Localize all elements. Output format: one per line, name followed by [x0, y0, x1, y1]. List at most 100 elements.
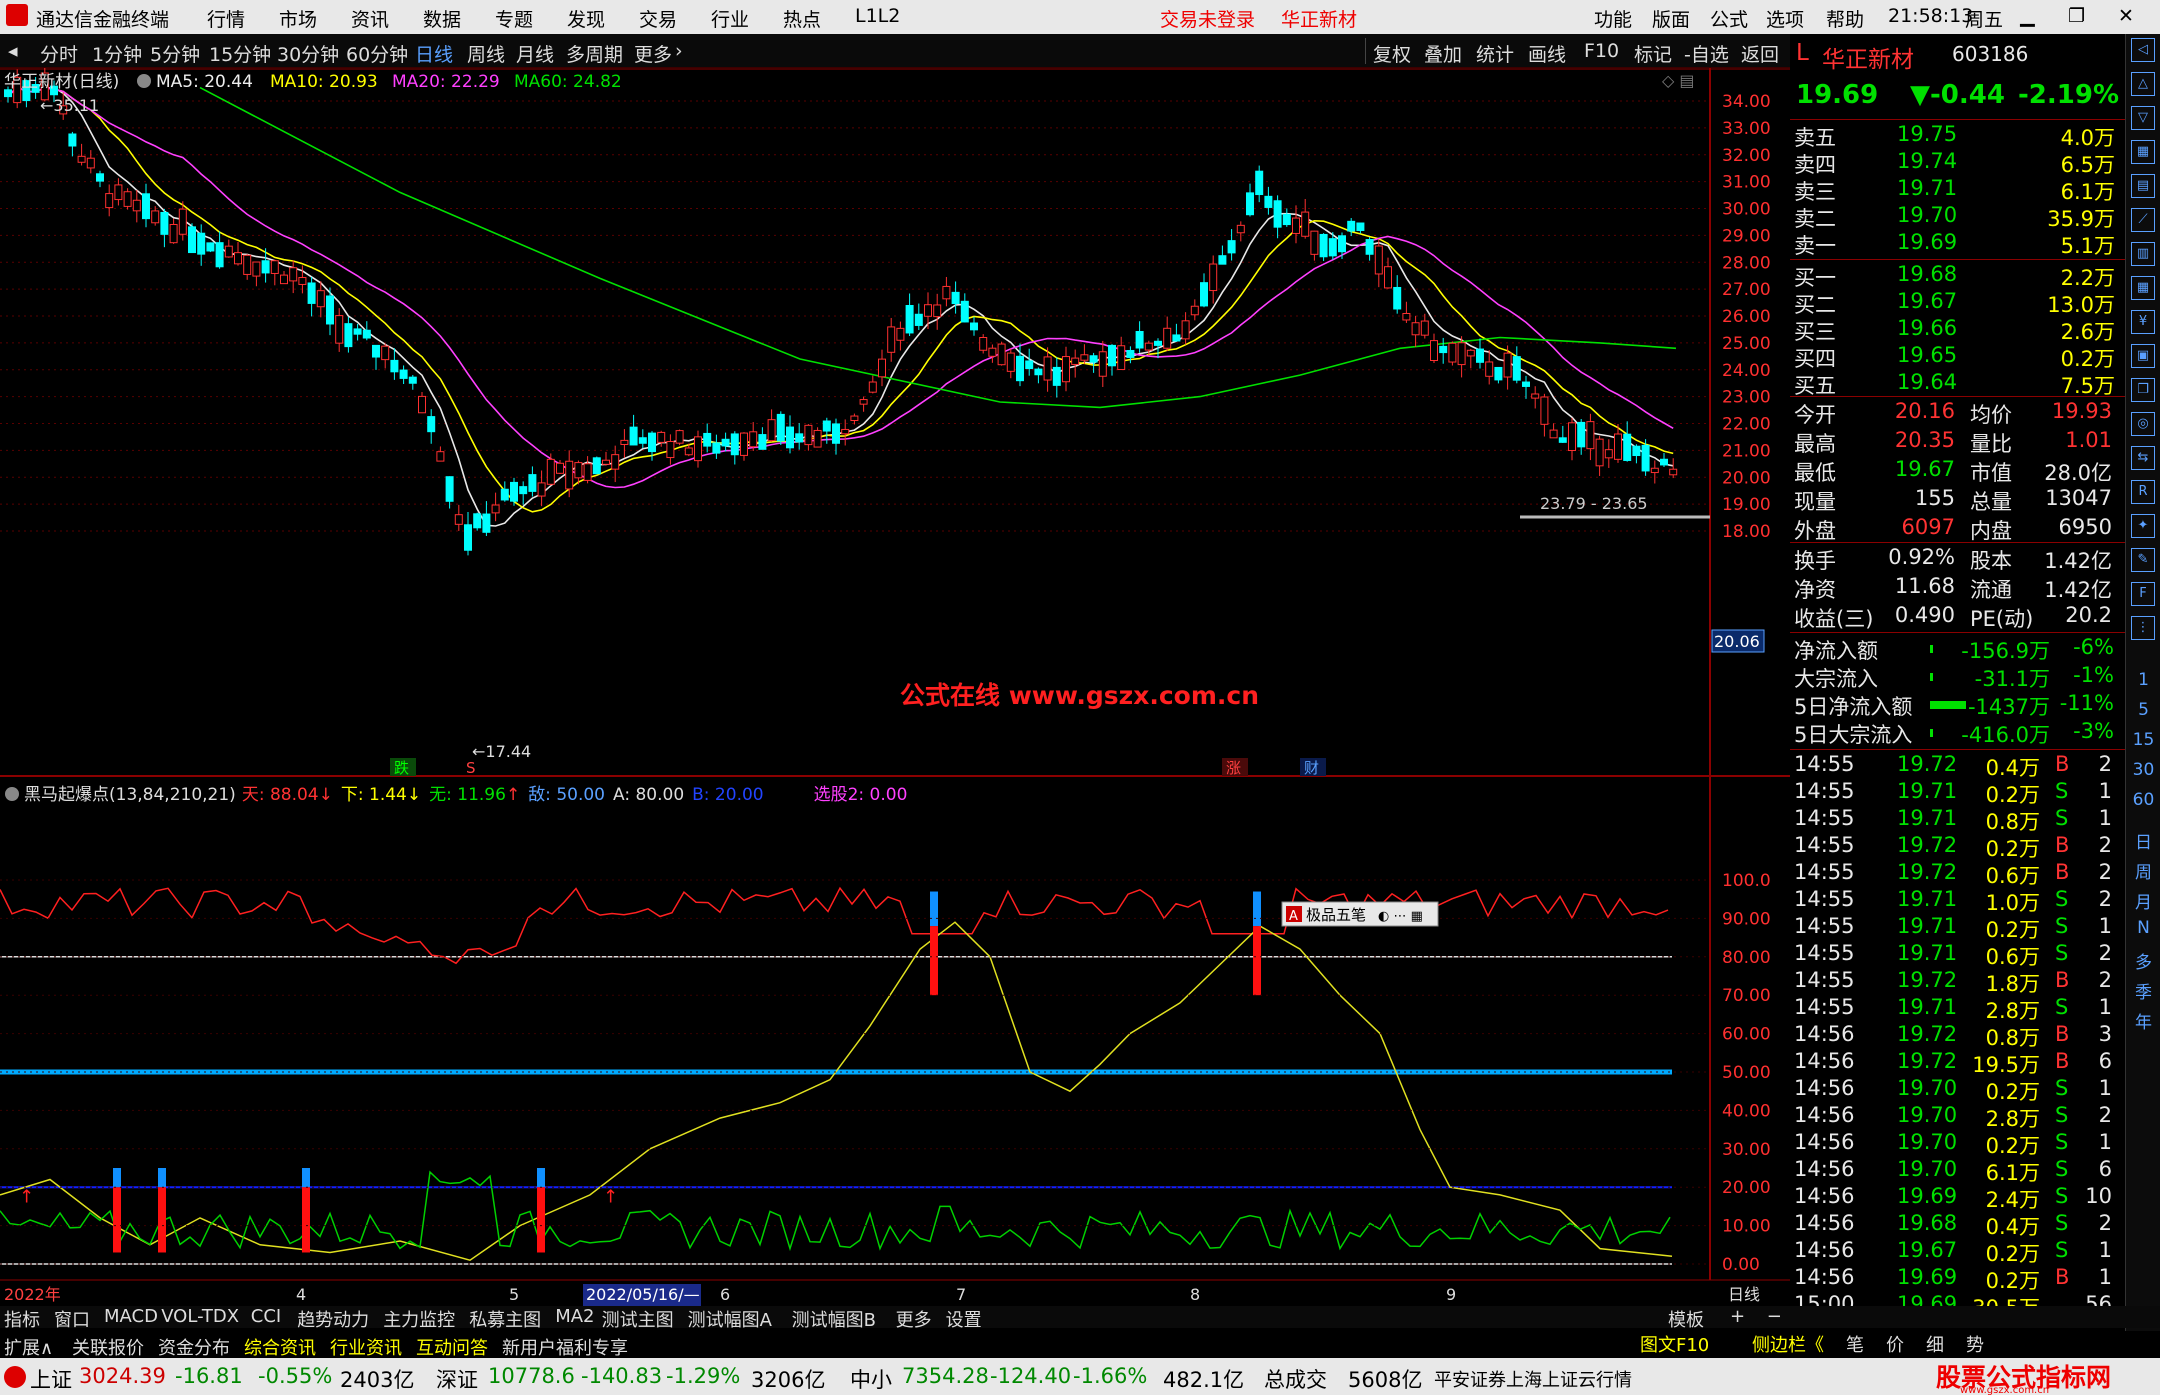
tab1-0[interactable]: 指标: [4, 1306, 40, 1332]
menu-discover[interactable]: 发现: [567, 5, 605, 32]
menu-formula[interactable]: 公式: [1710, 5, 1748, 32]
grid-icon[interactable]: ▦: [2131, 140, 2155, 164]
copy-icon[interactable]: ❐: [2131, 378, 2155, 402]
tab1r-0[interactable]: 模板: [1668, 1306, 1704, 1332]
period-weekly[interactable]: 周线: [467, 40, 505, 67]
rsi-icon[interactable]: R: [2131, 480, 2155, 504]
menu-industry[interactable]: 行业: [711, 5, 749, 32]
flow-row[interactable]: 大宗流入 -31.1万 -1%: [1790, 663, 2125, 691]
tab1-12[interactable]: 更多: [896, 1306, 932, 1332]
menu-data[interactable]: 数据: [423, 5, 461, 32]
tool-mark[interactable]: 标记: [1634, 40, 1672, 67]
ask-row[interactable]: 卖三 19.71 6.1万: [1790, 176, 2125, 204]
bid-row[interactable]: 买二 19.67 13.0万: [1790, 289, 2125, 317]
bid-row[interactable]: 买四 19.65 0.2万: [1790, 343, 2125, 371]
menu-function[interactable]: 功能: [1594, 5, 1632, 32]
tab1-5[interactable]: 趋势动力: [297, 1306, 369, 1332]
toolstrip-num-30[interactable]: 30: [2126, 760, 2160, 780]
tab1-3[interactable]: VOL-TDX: [161, 1306, 239, 1327]
ask-row[interactable]: 卖一 19.69 5.1万: [1790, 230, 2125, 258]
target-icon[interactable]: ◎: [2131, 412, 2155, 436]
f10-icon[interactable]: F: [2131, 582, 2155, 606]
ask-row[interactable]: 卖二 19.70 35.9万: [1790, 203, 2125, 231]
chart-area[interactable]: ↑ ↑ 华正新材(日线) MA5: 20.44 MA10: 20.93 MA20:…: [0, 68, 1790, 1306]
fund-icon[interactable]: ¥: [2131, 310, 2155, 334]
tick-row[interactable]: 14:55 19.72 0.4万 B 2: [1790, 752, 2125, 780]
settings-gear-icon[interactable]: ✦: [2131, 514, 2155, 538]
tool-adjust[interactable]: 复权: [1373, 40, 1411, 67]
sz-label[interactable]: 深证: [436, 1364, 478, 1394]
toolstrip-num-60[interactable]: 60: [2126, 790, 2160, 810]
bid-row[interactable]: 买五 19.64 7.5万: [1790, 370, 2125, 398]
tick-row[interactable]: 14:56 19.70 6.1万 S 6: [1790, 1157, 2125, 1185]
tool-back[interactable]: 返回: [1741, 40, 1779, 67]
stat-row[interactable]: 外盘 6097 内盘 6950: [1790, 515, 2125, 543]
menu-market[interactable]: 市场: [279, 5, 317, 32]
chart-diamond-icon[interactable]: ◇ ▤: [1662, 71, 1695, 90]
tick-row[interactable]: 14:56 19.67 0.2万 S 1: [1790, 1238, 2125, 1266]
dots-icon[interactable]: ⋮: [2131, 616, 2155, 640]
toolstrip-week[interactable]: 周: [2126, 858, 2160, 883]
tab1r-1[interactable]: +: [1730, 1306, 1745, 1327]
tab2-4[interactable]: 行业资讯: [330, 1334, 402, 1360]
chevron-right-icon[interactable]: ›: [675, 40, 683, 62]
tab1-8[interactable]: MA2: [555, 1306, 594, 1327]
down-icon[interactable]: ▽: [2131, 106, 2155, 130]
period-more[interactable]: 更多: [634, 40, 672, 67]
stat-row[interactable]: 现量 155 总量 13047: [1790, 486, 2125, 514]
ask-row[interactable]: 卖五 19.75 4.0万: [1790, 122, 2125, 150]
menu-help[interactable]: 帮助: [1826, 5, 1864, 32]
tab1-10[interactable]: 测试幅图A: [688, 1306, 772, 1332]
menu-topics[interactable]: 专题: [495, 5, 533, 32]
toolbar-menu-icon[interactable]: ◂: [8, 40, 18, 62]
menu-options[interactable]: 选项: [1766, 5, 1804, 32]
tick-row[interactable]: 14:55 19.71 1.0万 S 2: [1790, 887, 2125, 915]
maximize-icon[interactable]: ❐: [2068, 5, 2085, 27]
close-icon[interactable]: ✕: [2118, 5, 2134, 27]
tab2-5[interactable]: 互动问答: [416, 1334, 488, 1360]
tick-row[interactable]: 14:55 19.72 0.2万 B 2: [1790, 833, 2125, 861]
tab1-1[interactable]: 窗口: [54, 1306, 90, 1332]
tab1-2[interactable]: MACD: [104, 1306, 158, 1327]
tool-overlay[interactable]: 叠加: [1424, 40, 1462, 67]
tab2r-2[interactable]: 笔: [1846, 1331, 1864, 1357]
period-intraday[interactable]: 分时: [40, 40, 78, 67]
tab1-9[interactable]: 测试主图: [602, 1306, 674, 1332]
menu-news[interactable]: 资讯: [351, 5, 389, 32]
stat-row[interactable]: 最高 20.35 量比 1.01: [1790, 428, 2125, 456]
period-5min[interactable]: 5分钟: [150, 40, 200, 67]
tick-row[interactable]: 14:56 19.70 0.2万 S 1: [1790, 1076, 2125, 1104]
sh-label[interactable]: 上证: [30, 1364, 72, 1394]
tab1-4[interactable]: CCI: [251, 1306, 281, 1327]
stat2-row[interactable]: 换手 0.92% 股本 1.42亿: [1790, 545, 2125, 573]
toolstrip-multi[interactable]: 多: [2126, 948, 2160, 973]
period-60min[interactable]: 60分钟: [346, 40, 408, 67]
stat-row[interactable]: 最低 19.67 市值 28.0亿: [1790, 457, 2125, 485]
tab2-0[interactable]: 扩展∧: [4, 1334, 53, 1360]
tab1-6[interactable]: 主力监控: [383, 1306, 455, 1332]
toolstrip-num-15[interactable]: 15: [2126, 730, 2160, 750]
minimize-icon[interactable]: ▁: [2020, 5, 2035, 27]
settings-dot-icon[interactable]: [137, 74, 151, 88]
tick-row[interactable]: 14:56 19.70 2.8万 S 2: [1790, 1103, 2125, 1131]
ime-controls-icon[interactable]: ◐ ⋯ ▦: [1378, 909, 1423, 924]
menu-l1l2[interactable]: L1L2: [855, 5, 900, 27]
tool-stats[interactable]: 统计: [1476, 40, 1514, 67]
tab2r-3[interactable]: 价: [1886, 1331, 1904, 1357]
layers-icon[interactable]: ▣: [2131, 344, 2155, 368]
compare-icon[interactable]: ⇆: [2131, 446, 2155, 470]
tool-draw[interactable]: 画线: [1528, 40, 1566, 67]
period-monthly[interactable]: 月线: [516, 40, 554, 67]
tick-row[interactable]: 14:56 19.70 0.2万 S 1: [1790, 1130, 2125, 1158]
tick-row[interactable]: 14:55 19.71 0.8万 S 1: [1790, 806, 2125, 834]
tick-row[interactable]: 14:56 19.72 19.5万 B 6: [1790, 1049, 2125, 1077]
pen-icon[interactable]: ✎: [2131, 548, 2155, 572]
tick-row[interactable]: 14:56 19.68 0.4万 S 2: [1790, 1211, 2125, 1239]
period-15min[interactable]: 15分钟: [209, 40, 271, 67]
toolstrip-year[interactable]: 年: [2126, 1008, 2160, 1033]
tab2-1[interactable]: 关联报价: [72, 1334, 144, 1360]
tab1-13[interactable]: 设置: [946, 1306, 982, 1332]
menu-quotes[interactable]: 行情: [207, 5, 245, 32]
tab1-7[interactable]: 私募主图: [469, 1306, 541, 1332]
period-daily[interactable]: 日线: [415, 40, 453, 67]
